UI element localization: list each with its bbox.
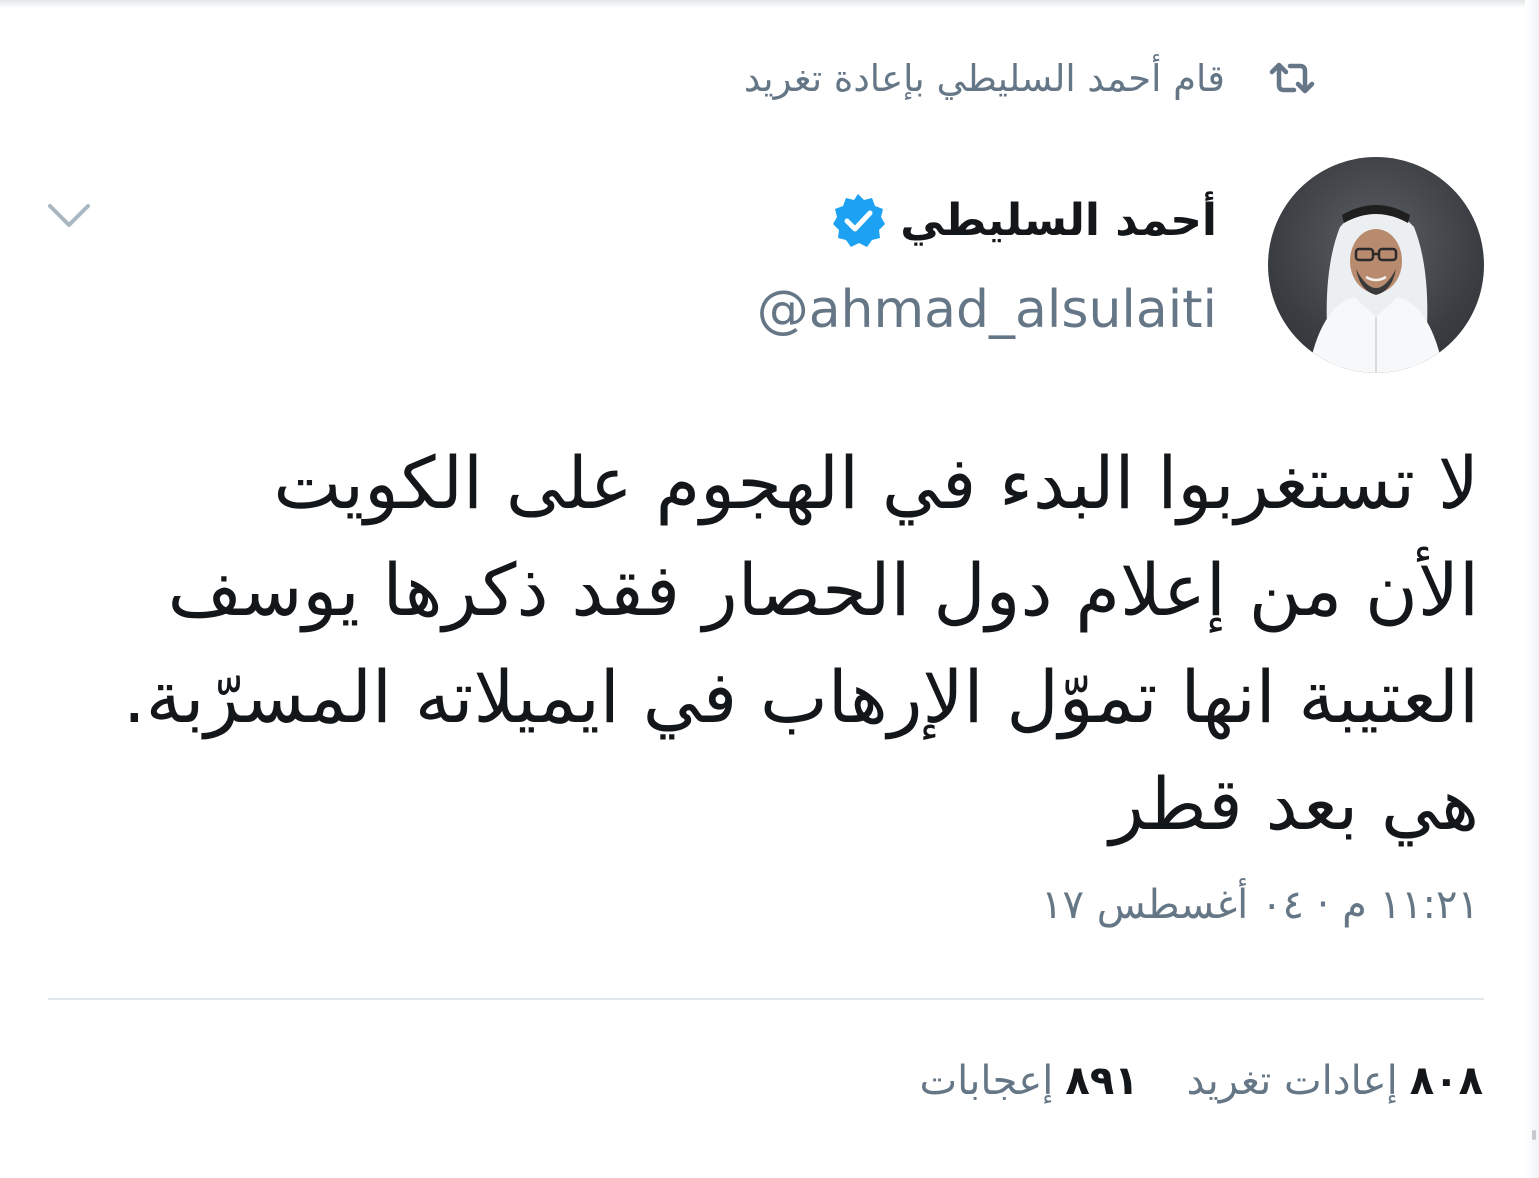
tweet-timestamp[interactable]: ١١:٢١ م · ٠٤ أغسطس ١٧ bbox=[1041, 882, 1479, 928]
tweet-stats: ٨٠٨ إعادات تغريد ٨٩١ إعجابات bbox=[919, 1058, 1483, 1104]
likes-label: إعجابات bbox=[919, 1058, 1054, 1104]
top-edge-shadow bbox=[0, 0, 1539, 8]
divider bbox=[48, 998, 1484, 1000]
retweets-count: ٨٠٨ bbox=[1409, 1058, 1483, 1104]
verified-badge-icon bbox=[828, 190, 888, 250]
tweet-text: لا تستغربوا البدء في الهجوم على الكويت ا… bbox=[39, 430, 1479, 858]
retweet-banner-text: قام أحمد السليطي بإعادة تغريد bbox=[743, 56, 1225, 100]
scrollbar[interactable] bbox=[1525, 0, 1539, 1178]
author-name[interactable]: أحمد السليطي bbox=[900, 195, 1217, 246]
avatar[interactable] bbox=[1268, 157, 1484, 373]
retweet-icon bbox=[1267, 58, 1317, 98]
author-name-row[interactable]: أحمد السليطي bbox=[828, 190, 1217, 250]
scrollbar-thumb[interactable] bbox=[1532, 1130, 1536, 1140]
likes-count: ٨٩١ bbox=[1065, 1058, 1139, 1104]
retweets-label: إعادات تغريد bbox=[1186, 1058, 1398, 1104]
tweet-line: لا تستغربوا البدء في الهجوم على الكويت bbox=[273, 441, 1479, 525]
tweet-line: هي بعد قطر bbox=[1109, 762, 1479, 846]
retweet-banner[interactable]: قام أحمد السليطي بإعادة تغريد bbox=[744, 52, 1317, 104]
retweets-stat[interactable]: ٨٠٨ إعادات تغريد bbox=[1187, 1058, 1483, 1104]
tweet-line: الأن من إعلام دول الحصار فقد ذكرها يوسف bbox=[167, 548, 1479, 632]
likes-stat[interactable]: ٨٩١ إعجابات bbox=[919, 1058, 1138, 1104]
author-handle[interactable]: @ahmad_alsulaiti bbox=[757, 280, 1217, 340]
chevron-down-icon[interactable] bbox=[44, 196, 94, 236]
tweet-line: العتيبة انها تموّل الإرهاب في ايميلاته ا… bbox=[122, 655, 1479, 739]
